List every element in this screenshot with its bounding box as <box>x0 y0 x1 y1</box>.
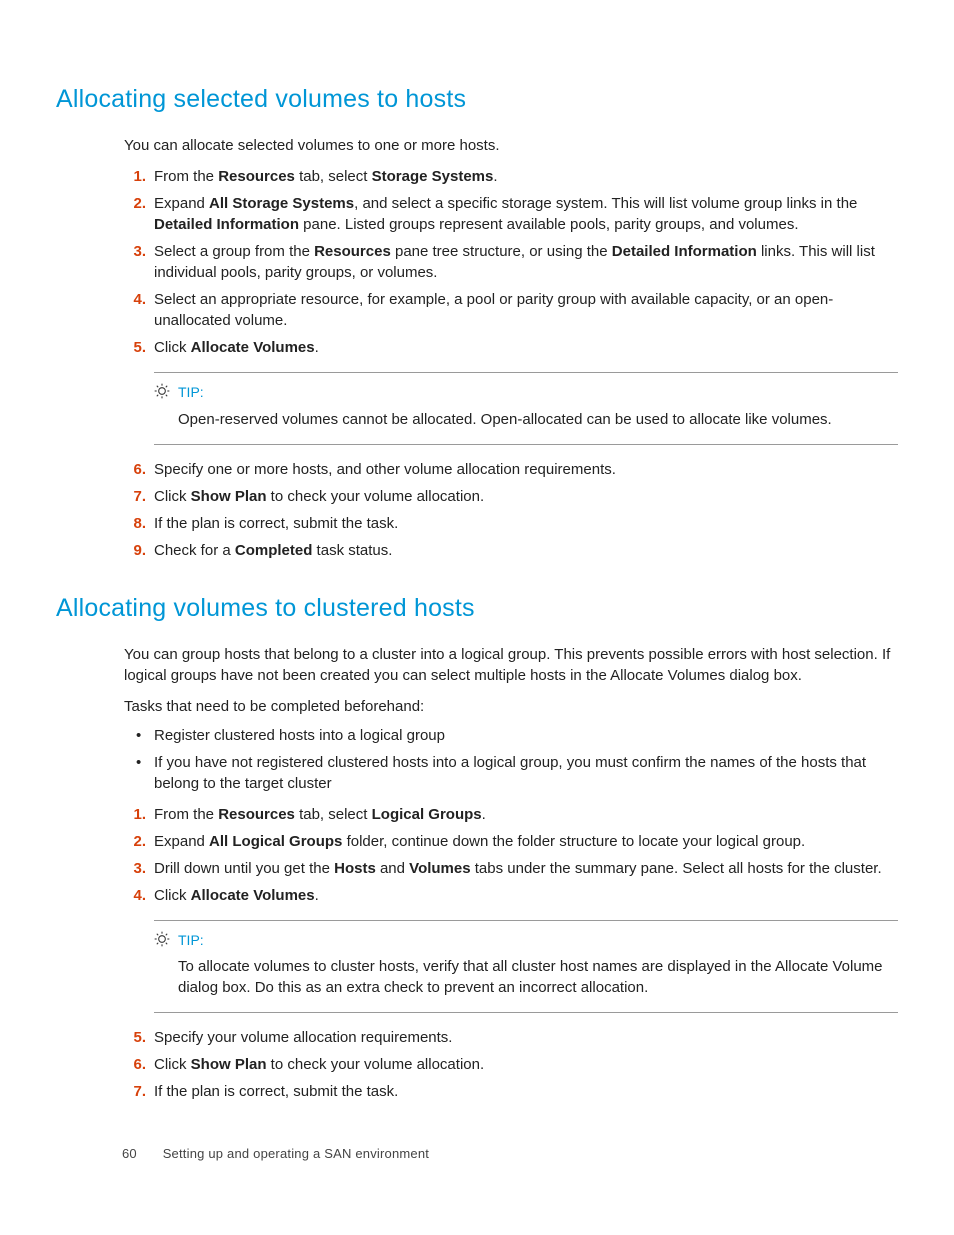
list-item: 4. Select an appropriate resource, for ex… <box>124 289 898 331</box>
tip-block-1: TIP: Open-reserved volumes cannot be all… <box>154 372 898 445</box>
bold-text: Show Plan <box>191 488 267 505</box>
list-item: 9. Check for a Completed task status. <box>124 540 898 561</box>
list-item-text: Drill down until you get the Hosts and V… <box>154 860 882 877</box>
step-number: 3. <box>124 241 146 262</box>
step-number: 7. <box>124 486 146 507</box>
tip-heading: TIP: <box>154 383 898 403</box>
list-item-text: If the plan is correct, submit the task. <box>154 1083 398 1100</box>
list-item: 1. From the Resources tab, select Storage… <box>124 166 898 187</box>
lightbulb-icon <box>154 383 170 399</box>
section-1: You can allocate selected volumes to one… <box>56 135 898 561</box>
page-footer: 60 Setting up and operating a SAN enviro… <box>0 1145 954 1163</box>
bold-text: Allocate Volumes <box>191 339 315 356</box>
list-item: 1. From the Resources tab, select Logical… <box>124 804 898 825</box>
list-item: If you have not registered clustered hos… <box>124 752 898 794</box>
section2-bullets: Register clustered hosts into a logical … <box>124 725 898 794</box>
bold-text: All Logical Groups <box>209 833 342 850</box>
section2-steps-a: 1. From the Resources tab, select Logical… <box>124 804 898 906</box>
page-number: 60 <box>122 1146 137 1161</box>
step-number: 3. <box>124 858 146 879</box>
footer-title: Setting up and operating a SAN environme… <box>163 1146 429 1161</box>
list-item-text: Check for a Completed task status. <box>154 542 392 559</box>
list-item-text: Select a group from the Resources pane t… <box>154 243 875 281</box>
list-item: 3. Drill down until you get the Hosts and… <box>124 858 898 879</box>
section-heading-2: Allocating volumes to clustered hosts <box>56 591 898 626</box>
list-item: 3. Select a group from the Resources pane… <box>124 241 898 283</box>
list-item: 5. Specify your volume allocation require… <box>124 1027 898 1048</box>
list-item: 5. Click Allocate Volumes. <box>124 337 898 358</box>
list-item: 2. Expand All Storage Systems, and select… <box>124 193 898 235</box>
list-item: 4. Click Allocate Volumes. <box>124 885 898 906</box>
step-number: 4. <box>124 289 146 310</box>
list-item: 2. Expand All Logical Groups folder, cont… <box>124 831 898 852</box>
bold-text: Resources <box>218 806 295 823</box>
bold-text: All Storage Systems <box>209 195 354 212</box>
bold-text: Completed <box>235 542 313 559</box>
bold-text: Detailed Information <box>154 216 299 233</box>
bold-text: Hosts <box>334 860 376 877</box>
section2-steps-b: 5. Specify your volume allocation require… <box>124 1027 898 1102</box>
tip-body: To allocate volumes to cluster hosts, ve… <box>154 956 898 998</box>
section-heading-1: Allocating selected volumes to hosts <box>56 82 898 117</box>
list-item-text: Click Allocate Volumes. <box>154 339 319 356</box>
tip-heading: TIP: <box>154 931 898 951</box>
list-item-text: Click Allocate Volumes. <box>154 887 319 904</box>
list-item-text: Specify one or more hosts, and other vol… <box>154 461 616 478</box>
list-item-text: From the Resources tab, select Storage S… <box>154 168 498 185</box>
list-item: 8. If the plan is correct, submit the tas… <box>124 513 898 534</box>
tip-block-2: TIP: To allocate volumes to cluster host… <box>154 920 898 1014</box>
tasks-label: Tasks that need to be completed beforeha… <box>124 696 898 717</box>
step-number: 5. <box>124 1027 146 1048</box>
bold-text: Show Plan <box>191 1056 267 1073</box>
section1-steps-a: 1. From the Resources tab, select Storage… <box>124 166 898 358</box>
list-item-text: If you have not registered clustered hos… <box>154 754 866 792</box>
bold-text: Volumes <box>409 860 470 877</box>
bold-text: Resources <box>314 243 391 260</box>
step-number: 1. <box>124 804 146 825</box>
section1-intro: You can allocate selected volumes to one… <box>124 135 898 156</box>
bold-text: Storage Systems <box>372 168 494 185</box>
list-item: 6. Click Show Plan to check your volume a… <box>124 1054 898 1075</box>
list-item: 6. Specify one or more hosts, and other v… <box>124 459 898 480</box>
tip-label: TIP: <box>178 932 204 948</box>
bold-text: Logical Groups <box>372 806 482 823</box>
step-number: 7. <box>124 1081 146 1102</box>
tip-body: Open-reserved volumes cannot be allocate… <box>154 409 898 430</box>
list-item-text: Expand All Storage Systems, and select a… <box>154 195 857 233</box>
step-number: 6. <box>124 459 146 480</box>
list-item-text: Specify your volume allocation requireme… <box>154 1029 452 1046</box>
list-item-text: Click Show Plan to check your volume all… <box>154 488 484 505</box>
step-number: 2. <box>124 193 146 214</box>
list-item-text: From the Resources tab, select Logical G… <box>154 806 486 823</box>
section1-steps-b: 6. Specify one or more hosts, and other v… <box>124 459 898 561</box>
step-number: 6. <box>124 1054 146 1075</box>
list-item: Register clustered hosts into a logical … <box>124 725 898 746</box>
tip-label: TIP: <box>178 384 204 400</box>
list-item: 7. Click Show Plan to check your volume a… <box>124 486 898 507</box>
step-number: 5. <box>124 337 146 358</box>
step-number: 4. <box>124 885 146 906</box>
section2-intro: You can group hosts that belong to a clu… <box>124 644 898 686</box>
list-item: 7. If the plan is correct, submit the tas… <box>124 1081 898 1102</box>
step-number: 8. <box>124 513 146 534</box>
step-number: 9. <box>124 540 146 561</box>
bold-text: Resources <box>218 168 295 185</box>
step-number: 1. <box>124 166 146 187</box>
section-2: You can group hosts that belong to a clu… <box>56 644 898 1103</box>
step-number: 2. <box>124 831 146 852</box>
bold-text: Detailed Information <box>612 243 757 260</box>
list-item-text: Click Show Plan to check your volume all… <box>154 1056 484 1073</box>
list-item-text: Select an appropriate resource, for exam… <box>154 291 833 329</box>
bold-text: Allocate Volumes <box>191 887 315 904</box>
list-item-text: Expand All Logical Groups folder, contin… <box>154 833 805 850</box>
list-item-text: If the plan is correct, submit the task. <box>154 515 398 532</box>
list-item-text: Register clustered hosts into a logical … <box>154 727 445 744</box>
lightbulb-icon <box>154 931 170 947</box>
